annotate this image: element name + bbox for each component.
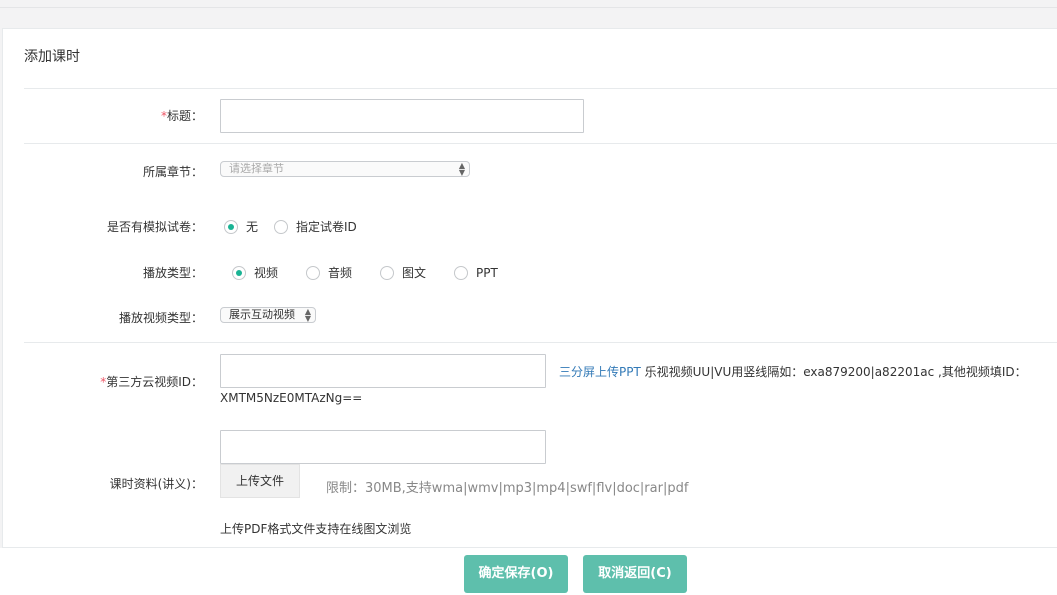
divider xyxy=(24,342,1057,343)
title-label: *标题： xyxy=(160,109,203,123)
divider xyxy=(24,88,1057,89)
video-type-value: 展示互动视频 xyxy=(229,308,295,321)
play-type-options: 视频 音频 图文 PPT xyxy=(232,264,498,281)
title-input[interactable] xyxy=(220,99,584,133)
video-type-label: 播放视频类型： xyxy=(118,311,203,325)
thirdparty-id-input[interactable] xyxy=(220,354,546,388)
play-ppt-label: PPT xyxy=(476,265,498,280)
play-video-radio[interactable] xyxy=(232,265,246,280)
play-text-radio[interactable] xyxy=(380,265,395,280)
play-audio-radio[interactable] xyxy=(306,265,321,280)
mock-exam-options: 无 指定试卷ID xyxy=(224,218,357,235)
chapter-label: 所属章节： xyxy=(142,165,203,179)
select-arrows-icon: ▲ ▼ xyxy=(304,307,311,323)
save-button[interactable]: 确定保存(O) xyxy=(464,555,568,593)
select-arrows-icon: ▲ ▼ xyxy=(458,161,465,177)
play-type-label: 播放类型： xyxy=(142,266,203,280)
video-type-select[interactable]: 展示互动视频 ▲ ▼ xyxy=(220,307,316,323)
upload-note: 上传PDF格式文件支持在线图文浏览 xyxy=(220,522,412,536)
divider xyxy=(24,143,1057,144)
material-file-input[interactable] xyxy=(220,430,546,464)
top-bar xyxy=(0,0,1057,8)
thirdparty-id-example: XMTM5NzE0MTAzNg== xyxy=(220,391,363,405)
lesson-form-panel: 添加课时 *标题： 所属章节： 请选择章节 ▲ ▼ 是否有模拟试卷： 无 指定试卷… xyxy=(2,28,1057,548)
upload-limit-text: 限制：30MB,支持wma|wmv|mp3|mp4|swf|flv|doc|ra… xyxy=(326,481,689,496)
cancel-button[interactable]: 取消返回(C) xyxy=(583,555,687,593)
upload-ppt-link[interactable]: 三分屏上传PPT xyxy=(559,365,641,379)
upload-file-button[interactable]: 上传文件 xyxy=(220,464,300,498)
mock-none-radio[interactable] xyxy=(224,219,238,234)
page-title: 添加课时 xyxy=(24,49,80,65)
material-label: 课时资料(讲义)： xyxy=(109,477,203,491)
thirdparty-id-label: *第三方云视频ID： xyxy=(100,375,203,389)
mock-none-label: 无 xyxy=(246,220,259,234)
play-audio-label: 音频 xyxy=(328,266,353,280)
thirdparty-id-hint: 三分屏上传PPT 乐视视频UU|VU用竖线隔如：exa879200|a82201… xyxy=(559,365,1027,379)
play-ppt-radio[interactable] xyxy=(454,265,469,280)
mock-exam-label: 是否有模拟试卷： xyxy=(106,220,203,234)
chapter-select-placeholder: 请选择章节 xyxy=(229,162,284,175)
form-footer: 确定保存(O) 取消返回(C) xyxy=(0,548,1057,595)
mock-specify-radio[interactable] xyxy=(274,219,289,234)
play-video-label: 视频 xyxy=(254,266,279,280)
play-text-label: 图文 xyxy=(402,266,427,280)
mock-specify-label: 指定试卷ID xyxy=(296,220,357,234)
chapter-select[interactable]: 请选择章节 ▲ ▼ xyxy=(220,161,470,177)
